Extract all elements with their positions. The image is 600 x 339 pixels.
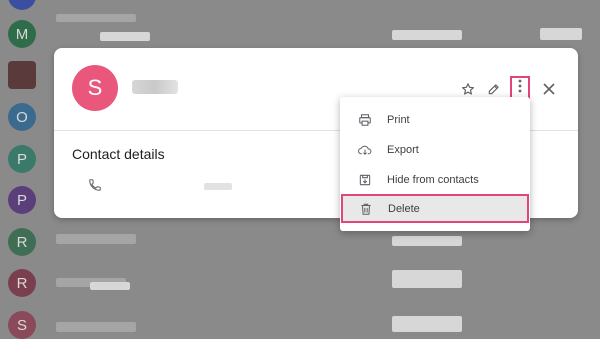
menu-item-label: Hide from contacts: [387, 174, 479, 186]
blurred-text: [392, 30, 462, 40]
contact-avatar[interactable]: M: [8, 20, 36, 48]
blurred-text: [56, 234, 136, 244]
contact-avatar-large: S: [72, 65, 118, 111]
blurred-text: [392, 236, 462, 246]
contact-avatar[interactable]: R: [8, 228, 36, 256]
blurred-text: [56, 14, 136, 22]
star-icon[interactable]: [460, 81, 476, 97]
print-icon: [358, 113, 372, 127]
blurred-text: [56, 322, 136, 332]
blurred-text: [540, 28, 582, 40]
blurred-text: [392, 316, 462, 332]
contact-avatar[interactable]: R: [8, 269, 36, 297]
contact-avatar[interactable]: O: [8, 103, 36, 131]
menu-item-label: Print: [387, 114, 410, 126]
contact-avatar[interactable]: [8, 0, 36, 10]
blurred-text: [100, 32, 150, 41]
menu-item-delete[interactable]: Delete: [341, 194, 529, 223]
menu-item-label: Export: [387, 144, 419, 156]
contact-avatar[interactable]: P: [8, 186, 36, 214]
more-vert-icon: [518, 79, 522, 98]
blurred-text: [90, 282, 130, 290]
trash-icon: [359, 202, 373, 216]
close-icon[interactable]: [541, 81, 557, 97]
cloud-download-icon: [358, 143, 372, 157]
contact-name-redacted: [132, 80, 178, 94]
contact-avatar[interactable]: P: [8, 145, 36, 173]
phone-icon: [88, 178, 102, 192]
contact-avatar[interactable]: [8, 61, 36, 89]
menu-item-hide-from-contacts[interactable]: Hide from contacts: [340, 165, 530, 195]
section-title: Contact details: [72, 146, 165, 162]
menu-item-label: Delete: [388, 202, 420, 215]
menu-item-print[interactable]: Print: [340, 105, 530, 135]
phone-number-redacted: [204, 183, 232, 190]
menu-item-export[interactable]: Export: [340, 135, 530, 165]
blurred-text: [392, 270, 462, 288]
pencil-icon[interactable]: [486, 81, 502, 97]
more-options-menu: Print Export Hide from contacts Delete: [340, 97, 530, 231]
hide-contact-icon: [358, 173, 372, 187]
contact-avatar[interactable]: S: [8, 311, 36, 339]
